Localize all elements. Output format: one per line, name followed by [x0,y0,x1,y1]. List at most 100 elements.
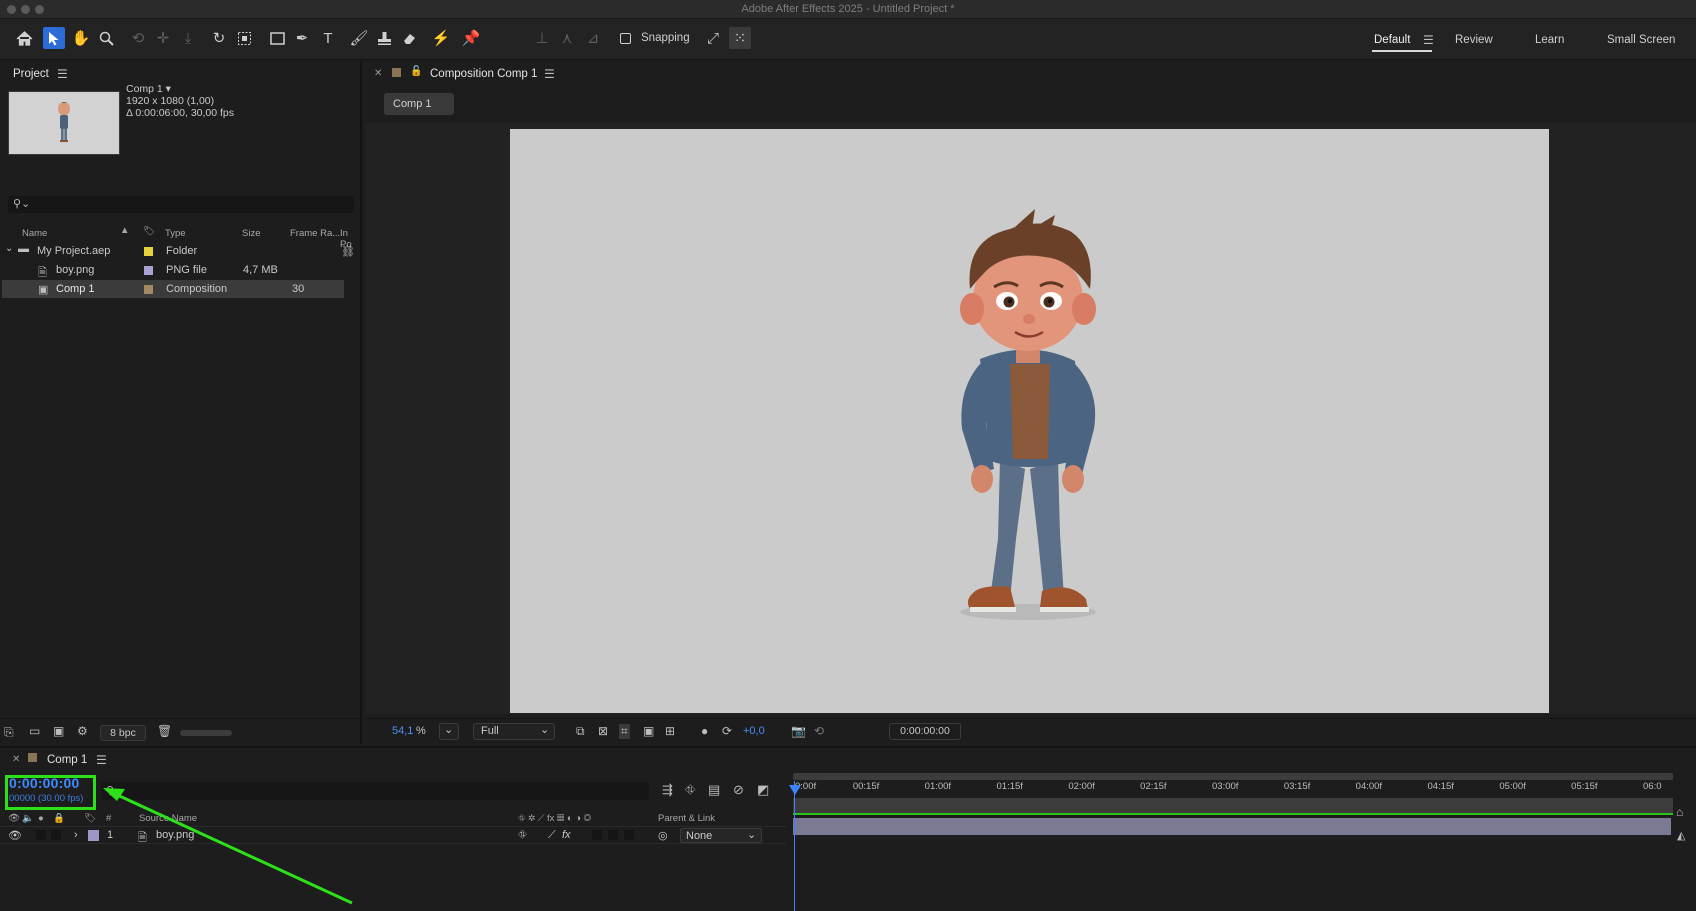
project-panel-title[interactable]: Project [13,68,49,80]
project-settings-icon[interactable]: ⚙ [77,724,88,738]
chevron-down-icon[interactable]: ⌄ [5,243,13,254]
close-icon[interactable]: ✕ [12,754,20,765]
project-panel-menu-icon[interactable]: ☰ [57,67,68,81]
3d-layer-switch[interactable] [624,830,634,840]
color-channels-icon[interactable]: ● [701,724,708,738]
project-item-folder[interactable]: ⌄ ▬ My Project.aep Folder ⛓ [2,242,355,260]
project-item-comp-1[interactable]: ▣ Comp 1 Composition 30 [2,280,344,298]
motion-blur-switch[interactable] [592,830,602,840]
column-name[interactable]: Name [22,228,47,239]
close-icon[interactable]: ✕ [374,68,382,79]
exposure-value[interactable]: +0,0 [743,725,765,737]
layer-label-swatch[interactable] [88,830,99,841]
current-time-indicator[interactable] [789,781,801,911]
align-local-axis-icon[interactable]: ⊥ [531,27,553,49]
rectangle-tool-icon[interactable] [266,27,288,49]
composition-panel-menu-icon[interactable]: ☰ [544,67,555,81]
resolution-dropdown[interactable]: Full ⌄ [473,723,555,740]
comp-navigator-tab[interactable]: Comp 1 [384,93,454,115]
effects-switch-icon[interactable]: fx [562,829,571,841]
composition-canvas[interactable] [510,129,1549,713]
show-snapshot-icon[interactable]: ⟲ [814,724,824,738]
new-composition-icon[interactable]: ▣ [53,724,64,738]
home-icon[interactable] [13,27,35,49]
workspace-review-tab[interactable]: Review [1455,34,1493,46]
brush-tool-icon[interactable]: 🖌 [348,27,370,49]
chevron-right-icon[interactable]: › [74,829,78,841]
snapshot-camera-icon[interactable]: 📷 [791,724,806,738]
playhead-handle[interactable] [789,785,801,795]
layer-name[interactable]: boy.png [156,829,194,841]
new-folder-icon[interactable]: ▭ [29,724,40,738]
comp-marker-bin-icon[interactable]: ⌂ [1676,805,1683,819]
hand-tool-icon[interactable]: ✋ [70,27,92,49]
quality-switch-icon[interactable]: ⟋ [548,829,556,842]
puppet-tool-icon[interactable]: 📌 [460,27,482,49]
pen-tool-icon[interactable]: ✒ [291,27,313,49]
frame-blending-icon[interactable]: ⊘ [733,782,744,798]
audio-toggle[interactable] [36,830,46,840]
eye-icon[interactable]: 👁 [8,829,22,842]
timeline-search-input[interactable]: ⚲⌄ [101,782,649,800]
source-name-header[interactable]: Source Name [139,813,197,824]
eraser-tool-icon[interactable] [398,27,420,49]
comp-name-info[interactable]: Comp 1 ▾ [126,83,171,95]
bit-depth-button[interactable]: 8 bpc [100,725,146,741]
solo-toggle[interactable] [51,830,61,840]
label-column-icon[interactable]: 🏷 [143,226,155,237]
hide-shy-layers-icon[interactable]: ▤ [708,782,720,798]
composition-mini-flowchart-icon[interactable]: ⇶ [662,782,673,798]
snapping-checkbox[interactable] [620,33,631,44]
timeline-tab[interactable]: Comp 1 [47,754,87,766]
rotation-tool-icon[interactable]: ↻ [208,27,230,49]
project-search-input[interactable]: ⚲⌄ [8,196,354,213]
timeline-layer-row[interactable]: 👁 › 1 🗎 boy.png ⛗ ⟋ fx ◎ None ⌄ [0,826,786,844]
roto-brush-tool-icon[interactable]: ⚡ [430,27,452,49]
snapping-options-icon[interactable]: ⤢ [702,27,724,49]
selection-tool-icon[interactable] [43,27,65,49]
workspace-learn-tab[interactable]: Learn [1535,34,1564,46]
type-tool-icon[interactable]: T [317,27,339,49]
label-color-swatch[interactable] [144,247,153,256]
zoom-tool-icon[interactable] [95,27,117,49]
align-world-axis-icon[interactable]: ⋏ [556,27,578,49]
adjustment-layer-switch[interactable] [608,830,618,840]
draft-3d-icon[interactable]: ⛗ [685,782,695,798]
dolly-camera-icon[interactable]: ⤓ [177,27,199,49]
motion-blur-icon[interactable]: ◩ [757,782,769,798]
thumbnail-size-slider[interactable] [180,730,232,736]
current-time-field[interactable]: 0:00:00:00 [889,723,961,740]
layer-duration-bar[interactable] [793,818,1671,835]
orbit-camera-icon[interactable]: ⟲ [127,27,149,49]
column-frame-rate[interactable]: Frame Ra... [290,228,340,239]
mask-visibility-icon[interactable]: ⌗ [619,724,630,739]
workspace-default-tab[interactable]: Default [1374,34,1410,46]
workspace-small-screen-tab[interactable]: Small Screen [1607,34,1675,46]
reset-exposure-icon[interactable]: ⟳ [722,724,732,738]
flowchart-icon[interactable]: ⛓ [341,245,355,258]
lock-icon[interactable]: 🔓 [410,66,422,77]
parent-dropdown[interactable]: None ⌄ [680,828,762,843]
snap-features-icon[interactable]: ⁙ [729,27,751,49]
zoom-value[interactable]: 54,1 [392,725,413,737]
align-view-axis-icon[interactable]: ⊿ [582,27,604,49]
transparency-grid-icon[interactable]: ⊠ [598,724,608,738]
column-size[interactable]: Size [242,228,260,239]
time-ruler[interactable]: 0:00f 00:15f 01:00f 01:15f 02:00f 02:15f 03:00… [789,771,1673,911]
trash-icon[interactable]: 🗑 [157,724,172,738]
fast-previews-icon[interactable]: ⧉ [576,724,585,739]
label-color-swatch[interactable] [144,266,153,275]
sort-ascending-icon[interactable]: ▲ [120,225,129,236]
clone-stamp-tool-icon[interactable] [373,27,395,49]
magnification-dropdown[interactable]: ⌄ [439,723,459,740]
workspace-menu-icon[interactable]: ☰ [1423,33,1434,47]
pan-camera-icon[interactable]: ✛ [152,27,174,49]
timeline-menu-icon[interactable]: ☰ [96,753,107,767]
project-item-boy-png[interactable]: 🗎 boy.png PNG file 4,7 MB [2,261,344,279]
shy-switch-icon[interactable]: ⛗ [518,829,527,842]
region-of-interest-icon[interactable]: ▣ [643,724,654,738]
grid-guides-icon[interactable]: ⊞ [665,724,675,738]
current-time-display[interactable]: 0:00:00:00 [9,775,80,791]
column-type[interactable]: Type [165,228,186,239]
layer-end-icon[interactable]: ◭ [1677,829,1685,842]
